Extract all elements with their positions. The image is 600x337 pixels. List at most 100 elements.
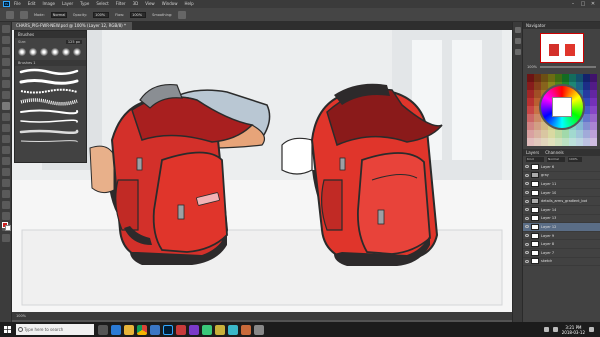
layer-opacity-field[interactable]: 100%	[568, 157, 582, 162]
store-icon[interactable]	[150, 324, 160, 335]
color-swatch[interactable]	[527, 106, 534, 114]
chrome-icon[interactable]	[137, 324, 147, 335]
visibility-eye-icon[interactable]	[525, 242, 529, 246]
app-icon[interactable]	[202, 324, 212, 335]
color-swatch[interactable]	[562, 138, 569, 146]
brush-preset-icon[interactable]	[62, 48, 70, 56]
color-swatch[interactable]	[555, 138, 562, 146]
path-select-icon[interactable]	[2, 201, 10, 209]
maximize-button[interactable]: □	[578, 0, 588, 8]
color-swatch[interactable]	[548, 138, 555, 146]
brush-stroke-preview[interactable]	[19, 137, 82, 146]
tab-layers[interactable]: Layers	[526, 149, 539, 156]
windows-start-button[interactable]	[0, 322, 14, 337]
brush-preset-icon[interactable]	[29, 48, 37, 56]
swatches-icon[interactable]	[515, 49, 521, 55]
color-swatch[interactable]	[590, 82, 597, 90]
layer-row[interactable]: Layer 11	[523, 180, 600, 189]
color-swatch[interactable]	[590, 122, 597, 130]
shape-tool-icon[interactable]	[2, 212, 10, 220]
color-swatch[interactable]	[583, 138, 590, 146]
photoshop-icon[interactable]	[163, 324, 173, 335]
menu-window[interactable]: Window	[162, 0, 178, 8]
brush-preset-icon[interactable]	[51, 48, 59, 56]
document-tab[interactable]: CHARS_PIG-FWR-NEW.psd @ 100% (Layer 12, …	[12, 22, 132, 30]
history-brush-icon[interactable]	[2, 124, 10, 132]
color-swatch[interactable]	[569, 138, 576, 146]
healing-tool-icon[interactable]	[2, 91, 10, 99]
navigator-thumbnail[interactable]	[539, 33, 584, 63]
tab-channels[interactable]: Channels	[545, 149, 564, 156]
color-swatch[interactable]	[541, 130, 548, 138]
visibility-eye-icon[interactable]	[525, 208, 529, 212]
color-swatch[interactable]	[576, 130, 583, 138]
background-color-swatch[interactable]	[5, 225, 11, 231]
close-button[interactable]: ✕	[588, 0, 598, 8]
taskbar-clock[interactable]: 3:21 PM 2018-03-12	[562, 325, 585, 335]
layer-row[interactable]: Layer 14	[523, 206, 600, 215]
color-swatch[interactable]	[527, 122, 534, 130]
crop-tool-icon[interactable]	[2, 69, 10, 77]
visibility-eye-icon[interactable]	[525, 234, 529, 238]
menu-layer[interactable]: Layer	[62, 0, 73, 8]
color-swatch[interactable]	[527, 138, 534, 146]
network-icon[interactable]	[543, 327, 549, 332]
color-swatch[interactable]	[583, 130, 590, 138]
layer-kind-filter[interactable]: Kind	[526, 157, 544, 162]
visibility-eye-icon[interactable]	[525, 165, 529, 169]
volume-icon[interactable]	[552, 327, 558, 332]
color-swatch[interactable]	[590, 138, 597, 146]
color-swatch[interactable]	[541, 138, 548, 146]
magic-wand-tool-icon[interactable]	[2, 58, 10, 66]
color-swatch[interactable]	[534, 74, 541, 82]
layer-row[interactable]: gray	[523, 172, 600, 181]
color-swatch[interactable]	[541, 74, 548, 82]
visibility-eye-icon[interactable]	[525, 191, 529, 195]
navigator-zoom-value[interactable]: 100%	[527, 65, 537, 69]
app-icon[interactable]	[176, 324, 186, 335]
app-icon[interactable]	[254, 324, 264, 335]
color-swatch[interactable]	[527, 82, 534, 90]
color-swatch[interactable]	[562, 74, 569, 82]
properties-icon[interactable]	[515, 38, 521, 44]
color-swatch[interactable]	[555, 74, 562, 82]
color-swatch[interactable]	[527, 74, 534, 82]
layer-row-selected[interactable]: Layer 12	[523, 223, 600, 232]
color-wheel[interactable]	[539, 84, 585, 130]
color-swatch[interactable]	[527, 90, 534, 98]
color-swatch[interactable]	[569, 130, 576, 138]
color-wheel-panel[interactable]	[527, 74, 597, 146]
brush-preset-icon[interactable]	[18, 48, 26, 56]
taskbar-search-box[interactable]: Type here to search	[16, 324, 94, 335]
layer-row[interactable]: Layer 10	[523, 189, 600, 198]
color-swatch[interactable]	[569, 74, 576, 82]
minimize-button[interactable]: –	[568, 0, 578, 8]
app-icon[interactable]	[228, 324, 238, 335]
visibility-eye-icon[interactable]	[525, 173, 529, 177]
task-view-icon[interactable]	[98, 324, 108, 335]
color-swatch[interactable]	[527, 98, 534, 106]
eraser-tool-icon[interactable]	[2, 135, 10, 143]
blend-mode-select[interactable]: Normal	[547, 157, 565, 162]
color-swatch[interactable]	[590, 106, 597, 114]
visibility-eye-icon[interactable]	[525, 259, 529, 263]
zoom-slider[interactable]	[540, 66, 596, 68]
visibility-eye-icon[interactable]	[525, 216, 529, 220]
visibility-eye-icon[interactable]	[525, 182, 529, 186]
color-swatch[interactable]	[583, 122, 590, 130]
color-swatch[interactable]	[590, 98, 597, 106]
dodge-tool-icon[interactable]	[2, 168, 10, 176]
brush-stroke-preview[interactable]	[19, 97, 82, 106]
color-swatch[interactable]	[590, 114, 597, 122]
color-swatch[interactable]	[576, 74, 583, 82]
brush-preset-icon[interactable]	[40, 48, 48, 56]
color-swatch[interactable]	[534, 130, 541, 138]
menu-view[interactable]: View	[145, 0, 155, 8]
marquee-tool-icon[interactable]	[2, 36, 10, 44]
color-swatch[interactable]	[548, 130, 555, 138]
color-swatch[interactable]	[583, 114, 590, 122]
color-swatch[interactable]	[590, 90, 597, 98]
mode-select[interactable]: Normal	[50, 11, 67, 18]
layer-row[interactable]: details_arms_gradient_bot	[523, 197, 600, 206]
layer-row[interactable]: Layer 9	[523, 232, 600, 241]
